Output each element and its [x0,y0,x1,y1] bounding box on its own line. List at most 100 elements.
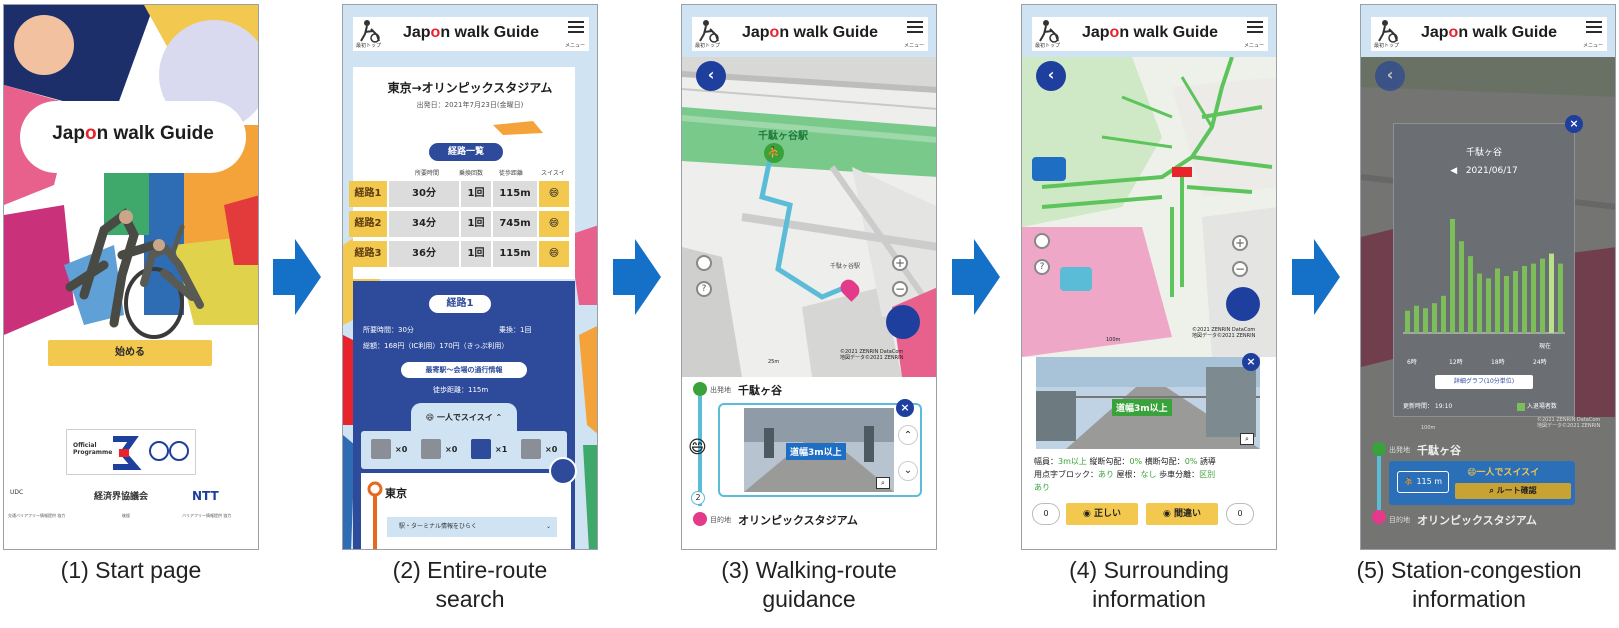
header-logo: Japon walk Guide [1420,24,1558,41]
correct-button[interactable]: ◉ 正しい [1066,503,1138,525]
popup-station: 千駄ヶ谷 [1465,148,1502,158]
back-icon[interactable]: ‹ [1036,61,1066,91]
close-icon[interactable]: × [1242,353,1260,371]
route-fab[interactable] [1226,287,1260,321]
screen-route-search: 最初トップ Japon walk Guide メニュー 東京→オリンピックスタジ… [342,4,598,550]
zoom-out-icon[interactable]: − [892,281,908,297]
walk-badge: ⛹ 115 m [1397,471,1449,493]
congestion-bar [1468,256,1473,333]
menu-icon[interactable] [907,21,923,36]
route-list-pill: 経路一覧 [429,143,503,161]
tick-24: 24時 [1533,359,1547,366]
close-icon[interactable]: × [1565,115,1583,133]
back-icon[interactable]: ‹ [696,61,726,91]
legend: 入退場者数 [1517,401,1557,411]
smile-icon: 😄 [425,413,435,422]
col-distance: 徒歩距離 [499,170,524,177]
flow-arrow-3 [952,239,1000,315]
help-icon[interactable]: ? [1034,259,1050,275]
screen-station-congestion: 最初トップ Japon walk Guide メニュー ‹ 千駄ヶ谷 ◀ 202… [1360,4,1616,550]
app-logo: Japon walk Guide [52,123,214,144]
smile-icon: 😄 [539,241,569,267]
footer-left: 交通バリアフリー情報提供 協力 [8,513,66,518]
stairs-icon [421,439,441,459]
route-progress [1372,442,1386,524]
header-logo: Japon walk Guide [741,24,879,41]
caption-5: (5) Station-congestion information [1356,557,1582,612]
zoom-in-icon[interactable]: + [1232,235,1248,251]
zoom-out-icon[interactable]: − [1232,261,1248,277]
location-icon[interactable] [696,255,712,271]
congestion-bar [1549,253,1554,333]
wrong-button[interactable]: ◉ 間違い [1146,503,1218,525]
dest-label: 目的地 [1389,516,1410,524]
map-scale: 25m [768,359,780,365]
route-list-fab[interactable] [549,457,577,485]
station-label: 千駄ヶ谷駅 [758,131,808,142]
route-check-button[interactable]: ⌕ ルート確認 [1455,483,1571,499]
zoom-in-icon[interactable]: + [892,255,908,271]
tick-6: 6時 [1407,359,1417,366]
chevron-up-icon: ⌃ [495,413,503,422]
station-small-label: 千駄ヶ谷駅 [830,263,861,270]
menu-icon[interactable] [568,21,584,36]
origin-label: 出発地 [1389,446,1410,454]
congestion-bar [1423,308,1428,333]
congestion-bar [1540,258,1545,333]
origin-name: 東京 [385,487,407,500]
congestion-bar [1522,266,1527,333]
now-label: 現在 [1539,343,1552,350]
close-icon[interactable]: × [896,399,914,417]
header-logo: Japon walk Guide [402,24,540,41]
map-copyright: ©2021 ZENRIN DataCom 地図データ©2021 ZENRIN [1192,327,1256,339]
route-detail-pill: 経路1 [429,295,491,313]
col-transfers: 乗換回数 [459,170,484,177]
chevron-up-icon[interactable]: ⌃ [898,425,918,445]
footer-mid: 後援 [122,513,130,518]
header-logo: Japon walk Guide [1081,24,1219,41]
search-icon[interactable]: ⌕ [876,477,890,489]
elevator-icon [521,439,541,459]
route-row-3[interactable]: 経路3 36分 1回 115m 😄 [349,241,579,267]
tick-18: 18時 [1491,359,1505,366]
help-icon[interactable]: ? [696,281,712,297]
menu-icon[interactable] [1247,21,1263,36]
map-copyright: ©2021 ZENRIN DataCom 地図データ©2021 ZENRIN [1537,417,1601,429]
chevron-left-icon[interactable]: ◀ [1450,166,1457,176]
popup-date: ◀ 2021/06/17 [1450,166,1518,176]
congestion-bar [1477,273,1482,333]
feedback-icon: ◉ [1082,509,1091,519]
search-icon: ⌕ [1489,486,1494,495]
search-icon[interactable]: ⌕ [1240,433,1254,445]
map-scale: 100m [1421,425,1436,431]
dest-name: オリンピックスタジアム [738,514,858,527]
congestion-bar [1486,278,1491,333]
route-row-2[interactable]: 経路2 34分 1回 745m 😄 [349,211,579,237]
nearby-broadcast-icon[interactable] [886,305,920,339]
route-row-1[interactable]: 経路1 30分 1回 115m 😄 [349,181,579,207]
suisui-toggle[interactable]: 😄 一人でスイスイ ⌃ [411,403,517,433]
smile-icon: 😄 [539,181,569,207]
escalator-icon [471,439,491,459]
walker-icon: ⛹ [764,143,784,163]
fare: 総額：168円（IC利用）170円（きっぷ利用） [363,342,509,350]
terminal-info-toggle[interactable]: 駅・ターミナル情報をひらく ⌄ [387,517,557,537]
congestion-bar [1558,263,1563,333]
start-button[interactable]: 始める [48,340,212,366]
smile-icon: 😄 [539,211,569,237]
menu-icon[interactable] [1586,21,1602,36]
origin-name: 千駄ヶ谷 [738,384,782,397]
detail-graph-button[interactable]: 詳細グラフ(10分単位) [1435,375,1533,389]
photo-caption: 道幅3m以上 [1112,399,1172,416]
back-icon[interactable]: ‹ [1375,61,1405,91]
flow-arrow-4 [1292,239,1340,315]
chevron-down-icon[interactable]: ⌄ [898,461,918,481]
congestion-bar [1441,295,1446,333]
chevron-down-icon: ⌄ [545,523,551,530]
col-time: 所要時間 [415,170,440,177]
dest-label: 目的地 [710,516,731,524]
congestion-bar [1450,218,1455,333]
location-icon[interactable] [1034,233,1050,249]
congestion-bar [1531,263,1536,333]
smile-icon: 😄 [1467,468,1477,478]
